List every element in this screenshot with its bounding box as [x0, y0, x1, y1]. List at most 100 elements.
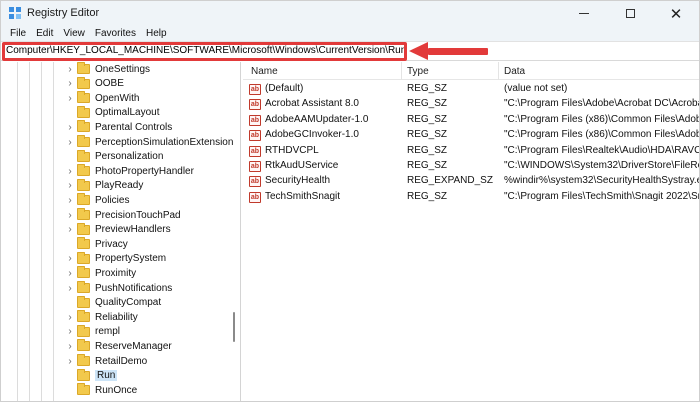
annotation-arrow-shaft — [428, 48, 488, 55]
tree-scrollbar-thumb[interactable] — [233, 312, 235, 342]
tree-item[interactable]: › OneSettings — [65, 62, 150, 76]
value-row[interactable]: ab (Default) REG_SZ (value not set) — [243, 82, 699, 97]
chevron-right-icon[interactable]: › — [65, 78, 75, 89]
column-separator[interactable] — [401, 62, 402, 80]
menu-edit[interactable]: Edit — [31, 26, 58, 41]
value-row[interactable]: ab SecurityHealth REG_EXPAND_SZ %windir%\sy… — [243, 174, 699, 189]
string-value-icon: ab — [249, 191, 261, 203]
tree-item-label: PreviewHandlers — [95, 224, 171, 236]
value-name: RTHDVCPL — [265, 144, 319, 156]
tree-item[interactable]: › PreviewHandlers — [65, 222, 171, 237]
value-name: (Default) — [265, 83, 304, 94]
maximize-button[interactable] — [607, 1, 653, 26]
tree-item[interactable]: › PrecisionTouchPad — [65, 208, 181, 222]
tree-item[interactable]: › Parental Controls — [65, 120, 172, 134]
tree-item[interactable]: › rempl — [65, 324, 120, 339]
tree-item[interactable]: › Reliability — [65, 310, 138, 324]
tree-item[interactable]: Run — [65, 368, 118, 383]
value-row[interactable]: ab RTHDVCPL REG_SZ "C:\Program Files\Realte… — [243, 144, 699, 159]
tree-item-label: PlayReady — [95, 180, 144, 192]
column-separator[interactable] — [498, 62, 499, 80]
value-row[interactable]: ab Acrobat Assistant 8.0 REG_SZ "C:\Program… — [243, 97, 700, 112]
column-header-data[interactable]: Data — [504, 66, 525, 77]
chevron-right-icon[interactable]: › — [65, 180, 75, 191]
value-name: Acrobat Assistant 8.0 — [265, 98, 359, 110]
tree-item[interactable]: › Proximity — [65, 266, 136, 280]
folder-icon — [77, 354, 90, 366]
tree-item[interactable]: Personalization — [65, 149, 164, 164]
tree-item[interactable]: › ReserveManager — [65, 339, 172, 353]
column-header-name[interactable]: Name — [251, 66, 278, 77]
tree-guide-line — [53, 62, 54, 401]
folder-icon — [77, 222, 90, 235]
chevron-right-icon[interactable]: › — [65, 137, 75, 148]
folder-icon — [77, 310, 90, 323]
chevron-right-icon[interactable]: › — [65, 166, 75, 177]
tree-item[interactable]: › PerceptionSimulationExtension — [65, 135, 233, 149]
tree-item-label: OOBE — [95, 78, 124, 90]
tree-item[interactable]: Privacy — [65, 237, 128, 251]
tree-item[interactable]: › PushNotifications — [65, 281, 172, 295]
chevron-right-icon[interactable]: › — [65, 210, 75, 221]
value-name: AdobeAAMUpdater-1.0 — [265, 113, 369, 125]
value-data: "C:\Program Files (x86)\Common Files\Ado… — [504, 113, 700, 125]
key-tree-pane[interactable]: › OneSettings › OOBE › OpenWith OptimalLayout ›… — [5, 62, 241, 401]
tree-item[interactable]: › PlayReady — [65, 178, 144, 193]
menu-favorites[interactable]: Favorites — [90, 26, 141, 41]
value-row[interactable]: ab TechSmithSnagit REG_SZ "C:\Program Files… — [243, 190, 699, 205]
value-type: REG_EXPAND_SZ — [407, 175, 493, 187]
tree-item-label: Policies — [95, 194, 130, 206]
tree-item-label: OpenWith — [95, 92, 140, 104]
tree-item-label: QualityCompat — [95, 297, 162, 309]
tree-item[interactable]: › Policies — [65, 193, 129, 207]
tree-item[interactable]: OptimalLayout — [65, 105, 160, 120]
value-data: "C:\Program Files\Adobe\Acrobat DC\Acrob… — [504, 98, 700, 110]
folder-icon — [77, 135, 90, 147]
tree-item[interactable]: › PropertySystem — [65, 251, 166, 266]
chevron-right-icon[interactable]: › — [65, 268, 75, 279]
chevron-right-icon[interactable]: › — [65, 253, 75, 264]
close-button[interactable]: ✕ — [653, 1, 699, 26]
value-row[interactable]: ab AdobeAAMUpdater-1.0 REG_SZ "C:\Program F… — [243, 113, 700, 128]
tree-item[interactable]: QualityCompat — [65, 295, 162, 310]
folder-icon — [77, 62, 90, 74]
tree-item[interactable]: › OpenWith — [65, 91, 139, 105]
tree-item-label: Proximity — [95, 267, 137, 279]
menu-file[interactable]: File — [5, 26, 31, 41]
window-title: Registry Editor — [27, 7, 100, 19]
folder-icon — [77, 164, 90, 177]
chevron-right-icon[interactable]: › — [65, 312, 75, 323]
chevron-right-icon[interactable]: › — [65, 341, 75, 352]
chevron-right-icon[interactable]: › — [65, 356, 75, 367]
folder-icon — [77, 91, 90, 104]
value-type: REG_SZ — [407, 160, 448, 171]
chevron-right-icon[interactable]: › — [65, 195, 75, 206]
minimize-button[interactable] — [561, 1, 607, 26]
chevron-right-icon[interactable]: › — [65, 283, 75, 294]
values-list-pane: Name Type Data ab (Default) REG_SZ (value n… — [243, 62, 700, 401]
tree-item[interactable]: RunOnce — [65, 383, 137, 397]
tree-guide-line — [41, 62, 42, 401]
column-header-type[interactable]: Type — [407, 66, 429, 77]
tree-item-label: PhotoPropertyHandler — [95, 165, 194, 177]
tree-item-label: Personalization — [95, 151, 164, 163]
menu-help[interactable]: Help — [141, 26, 172, 41]
maximize-icon — [625, 9, 635, 18]
tree-item[interactable]: › RetailDemo — [65, 354, 147, 368]
tree-item[interactable]: › PhotoPropertyHandler — [65, 164, 194, 178]
folder-icon — [77, 193, 90, 206]
value-row[interactable]: ab RtkAudUService REG_SZ "C:\WINDOWS\System… — [243, 159, 699, 174]
menu-view[interactable]: View — [58, 26, 90, 41]
folder-icon — [77, 251, 90, 264]
value-row[interactable]: ab AdobeGCInvoker-1.0 REG_SZ "C:\Program Fi… — [243, 128, 699, 143]
chevron-right-icon[interactable]: › — [65, 326, 75, 337]
chevron-right-icon[interactable]: › — [65, 64, 75, 75]
registry-editor-icon — [9, 7, 21, 19]
tree-item[interactable]: › OOBE — [65, 76, 124, 91]
string-value-icon: ab — [249, 145, 261, 157]
chevron-right-icon[interactable]: › — [65, 93, 75, 104]
value-data: (value not set) — [504, 83, 568, 94]
tree-item-label: OptimalLayout — [95, 107, 160, 119]
chevron-right-icon[interactable]: › — [65, 122, 75, 133]
chevron-right-icon[interactable]: › — [65, 224, 75, 235]
